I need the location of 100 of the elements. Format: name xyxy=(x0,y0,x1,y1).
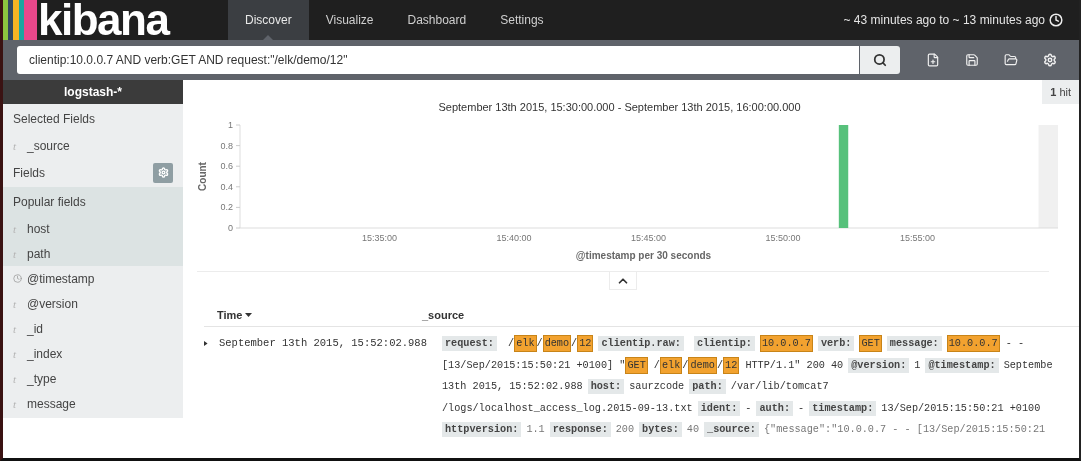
field-value: - xyxy=(798,402,805,414)
column-header[interactable]: Time xyxy=(204,309,422,321)
field-value: / xyxy=(716,359,724,371)
field-value: / xyxy=(652,359,660,371)
field-key: timestamp: xyxy=(809,400,877,416)
x-axis-label: @timestamp per 30 seconds xyxy=(575,250,712,261)
field-key: verb: xyxy=(817,336,855,352)
field-value: / xyxy=(682,359,689,371)
field-item[interactable]: t message xyxy=(3,391,183,416)
string-type-icon: t xyxy=(13,297,27,310)
field-key: _source: xyxy=(704,422,759,438)
chart-title: September 13th 2015, 15:30:00.000 - September 13th 2015, 16:00:00.000 xyxy=(437,101,802,113)
field-item[interactable]: t _index xyxy=(3,341,183,366)
field-item[interactable]: t _source xyxy=(3,133,183,158)
string-type-icon: t xyxy=(13,397,27,410)
field-value: /var/lib/tomcat7 xyxy=(730,381,829,393)
field-item[interactable]: t _id xyxy=(3,316,183,341)
kibana-logo[interactable]: kibana xyxy=(3,0,228,40)
x-tick-label: 15:40:00 xyxy=(496,233,532,243)
settings-icon xyxy=(157,167,169,178)
nav-tab[interactable]: Visualize xyxy=(308,0,391,40)
field-key: clientip.raw: xyxy=(598,336,684,352)
x-tick-label: 15:45:00 xyxy=(631,233,666,243)
y-tick-label: 0 xyxy=(228,223,233,233)
field-key: @timestamp: xyxy=(925,357,999,373)
highlighted-term: GET xyxy=(859,335,882,353)
highlighted-term: elk xyxy=(514,335,537,353)
field-value: Septembe xyxy=(1003,359,1053,371)
field-value: / xyxy=(536,338,543,350)
string-type-icon: t xyxy=(13,322,27,335)
field-item[interactable]: t _type xyxy=(3,366,183,391)
highlighted-term: 12 xyxy=(723,356,740,374)
time-range-text[interactable]: ~ 43 minutes ago to ~ 13 minutes ago xyxy=(843,13,1045,27)
x-tick-label: 15:35:00 xyxy=(362,233,397,243)
field-value: 200 xyxy=(615,424,635,436)
field-key: message: xyxy=(886,336,942,352)
y-tick-label: 0.4 xyxy=(220,181,233,192)
field-value: 1 xyxy=(914,359,921,371)
field-value: 1.1 xyxy=(526,424,545,436)
y-tick-label: 0.8 xyxy=(220,140,233,151)
hit-count: 1 hit xyxy=(1042,80,1079,104)
field-value: / xyxy=(507,338,515,350)
field-key: response: xyxy=(549,422,611,438)
expand-triangle-icon xyxy=(204,339,209,347)
section-title: Popular fields xyxy=(12,193,87,211)
string-type-icon: t xyxy=(13,139,27,152)
query-field[interactable]: clientip:10.0.0.7 AND verb:GET AND request:"/elk/demo/12" xyxy=(17,46,859,74)
field-item[interactable]: @timestamp xyxy=(3,266,183,291)
x-tick-label: 15:50:00 xyxy=(765,233,801,243)
string-type-icon: t xyxy=(13,372,27,385)
y-axis-label: Count xyxy=(197,162,208,191)
field-key: @version: xyxy=(848,357,910,373)
nav-tab[interactable]: Dashboard xyxy=(390,0,484,40)
field-key: host: xyxy=(587,379,625,395)
field-value: - - xyxy=(1004,338,1025,350)
y-tick-label: 1 xyxy=(228,120,233,130)
field-value: 13/Sep/2015:15:50:21 +0100 xyxy=(881,402,1041,414)
y-tick-label: 0.6 xyxy=(220,161,233,172)
settings-icon xyxy=(1043,53,1057,67)
field-value: HTTP/1.1" 200 40 xyxy=(744,359,844,371)
field-key: request: xyxy=(442,336,497,352)
folder-icon xyxy=(1004,53,1018,67)
field-key: bytes: xyxy=(639,422,682,438)
field-value: - xyxy=(745,402,752,414)
field-key: path: xyxy=(689,379,726,395)
field-value: [13/Sep/2015:15:50:21 +0100] " xyxy=(442,359,626,371)
highlighted-term: 10.0.0.7 xyxy=(946,335,1000,353)
field-key: httpversion: xyxy=(442,422,522,438)
y-tick-label: 0.2 xyxy=(220,202,233,213)
highlighted-term: demo xyxy=(542,335,572,353)
highlighted-term: GET xyxy=(625,356,648,374)
section-title: Fields xyxy=(12,164,46,182)
field-value: 13th 2015, 15:52:02.988 xyxy=(442,381,583,393)
clock-icon xyxy=(13,274,22,283)
nav-tab[interactable]: Settings xyxy=(483,0,561,40)
file-plus-icon xyxy=(926,53,940,67)
x-tick-label: 15:55:00 xyxy=(900,233,935,243)
field-key: auth: xyxy=(756,400,794,416)
highlighted-term: 12 xyxy=(577,335,594,353)
field-settings-button[interactable] xyxy=(153,162,173,183)
field-key: clientip: xyxy=(693,336,755,352)
field-value: /logs/localhost_access_log.2015-09-13.txt xyxy=(442,402,693,414)
collapse-button[interactable] xyxy=(609,272,637,290)
field-value: 40 xyxy=(686,424,699,436)
index-pattern-title[interactable]: logstash-* xyxy=(3,80,183,104)
field-item[interactable]: t @version xyxy=(3,291,183,316)
clock-icon[interactable] xyxy=(1049,13,1063,27)
highlighted-term: demo xyxy=(688,356,717,374)
column-header[interactable]: _source xyxy=(422,309,465,321)
highlighted-term: elk xyxy=(660,356,683,374)
field-key: ident: xyxy=(697,400,741,416)
search-button[interactable] xyxy=(860,46,900,74)
search-icon xyxy=(873,53,887,67)
nav-tab[interactable]: Discover xyxy=(228,0,309,40)
field-value: / xyxy=(571,338,578,350)
string-type-icon: t xyxy=(13,347,27,360)
field-value: saurzcode xyxy=(629,381,685,393)
section-title: Selected Fields xyxy=(12,110,97,128)
table-cell: September 13th 2015, 15:52:02.988 xyxy=(219,337,427,349)
highlighted-term: 10.0.0.7 xyxy=(759,335,813,353)
